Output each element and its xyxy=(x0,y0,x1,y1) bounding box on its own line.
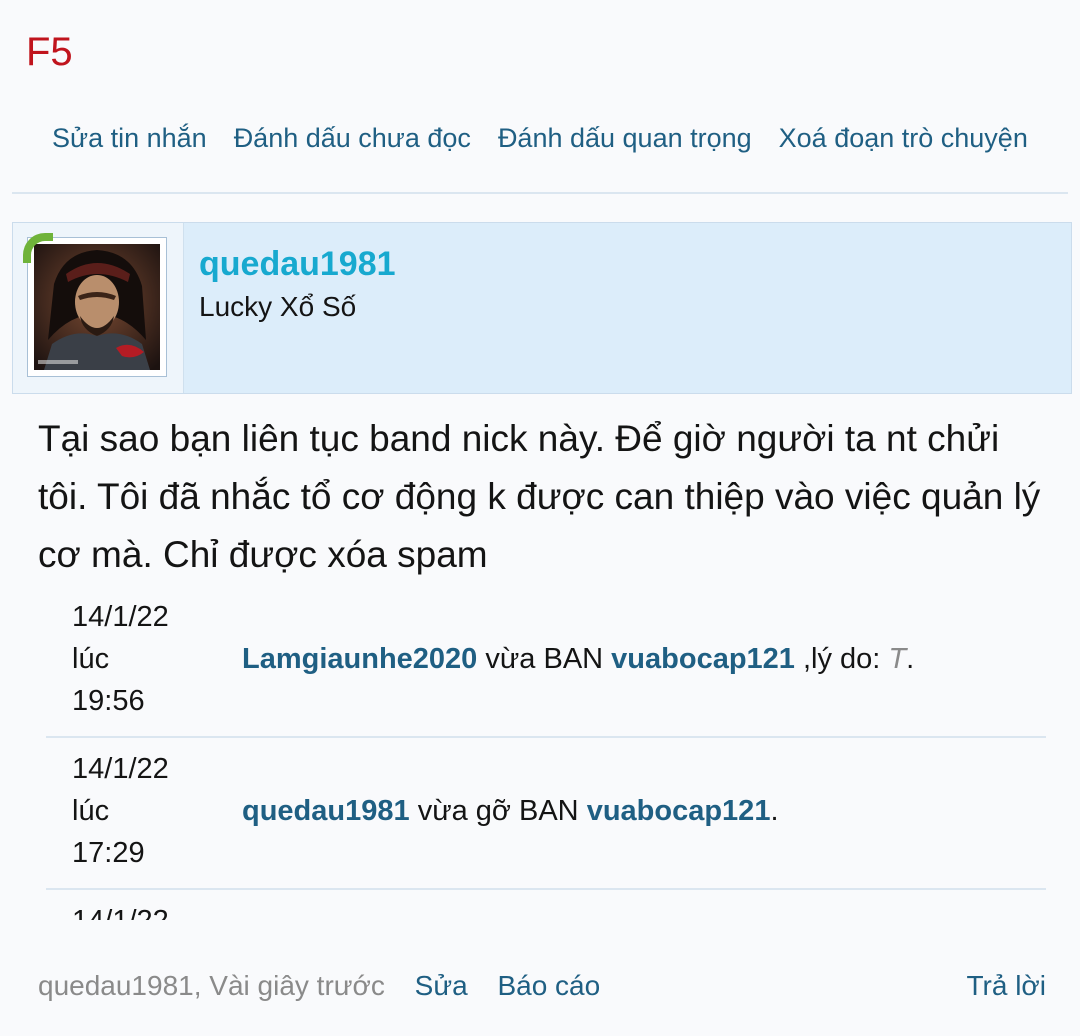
log-text: Lamgiaunhe2020 vừa BAN vuabocap121 ,lý d… xyxy=(242,638,914,680)
log-suffix: . xyxy=(770,795,779,827)
message-meta: quedau1981, Vài giây trước xyxy=(38,970,385,1001)
user-title: Lucky Xổ Số xyxy=(199,291,357,322)
log-action: vừa gỡ BAN xyxy=(409,795,587,827)
log-timestamp: 14/1/22 xyxy=(72,900,222,920)
avatar-panel xyxy=(13,223,184,393)
log-entry: 14/1/22 lúc 19:56 Lamgiaunhe2020 vừa BAN… xyxy=(46,592,1046,738)
actor-link[interactable]: Lamgiaunhe2020 xyxy=(242,643,477,675)
message-actions: Sửa tin nhắn Đánh dấu chưa đọc Đánh dấu … xyxy=(52,118,1072,158)
log-at: lúc xyxy=(72,643,110,675)
log-timestamp: 14/1/22 lúc 19:56 xyxy=(72,596,222,722)
target-link[interactable]: vuabocap121 xyxy=(611,643,795,675)
target-link[interactable]: vuabocap121 xyxy=(587,795,771,827)
log-date: 14/1/22 xyxy=(72,601,169,633)
divider xyxy=(12,192,1068,194)
delete-conversation-link[interactable]: Xoá đoạn trò chuyện xyxy=(779,118,1028,158)
report-link[interactable]: Báo cáo xyxy=(497,970,600,1001)
message-footer: quedau1981, Vài giây trước Sửa Báo cáo T… xyxy=(38,966,1046,1006)
mark-important-link[interactable]: Đánh dấu quan trọng xyxy=(498,118,752,158)
user-info-block: quedau1981 Lucky Xổ Số xyxy=(12,222,1072,394)
log-date: 14/1/22 xyxy=(72,900,222,920)
log-reason: T xyxy=(888,643,907,675)
edit-message-link[interactable]: Sửa tin nhắn xyxy=(52,118,207,158)
log-entry: 14/1/22 xyxy=(46,896,1046,920)
log-time: 19:56 xyxy=(72,685,145,717)
actor-link[interactable]: quedau1981 xyxy=(242,795,410,827)
log-time: 17:29 xyxy=(72,837,145,869)
log-at: lúc xyxy=(72,795,110,827)
log-entry: 14/1/22 lúc 17:29 quedau1981 vừa gỡ BAN … xyxy=(46,744,1046,890)
page-title: F5 xyxy=(26,30,73,74)
log-date: 14/1/22 xyxy=(72,753,169,785)
reply-link[interactable]: Trả lời xyxy=(966,966,1046,1006)
log-text: quedau1981 vừa gỡ BAN vuabocap121. xyxy=(242,790,779,832)
log-action: vừa BAN xyxy=(477,643,612,675)
mark-unread-link[interactable]: Đánh dấu chưa đọc xyxy=(234,118,471,158)
edit-link[interactable]: Sửa xyxy=(415,970,468,1001)
message-body: Tại sao bạn liên tục band nick này. Để g… xyxy=(38,418,1041,575)
moderation-log: 14/1/22 lúc 19:56 Lamgiaunhe2020 vừa BAN… xyxy=(46,592,1046,920)
log-end: . xyxy=(906,643,915,675)
log-suffix: ,lý do: xyxy=(794,643,889,675)
log-timestamp: 14/1/22 lúc 17:29 xyxy=(72,748,222,874)
username-link[interactable]: quedau1981 xyxy=(199,243,396,285)
